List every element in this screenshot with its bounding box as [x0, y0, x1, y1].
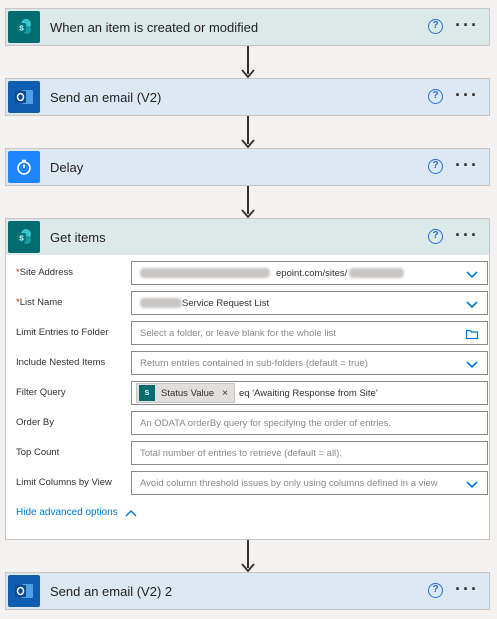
trigger-step-header[interactable]: S When an item is created or modified ? …: [6, 9, 489, 45]
placeholder: Select a folder, or leave blank for the …: [140, 327, 336, 339]
limit-folder-input[interactable]: Select a folder, or leave blank for the …: [131, 321, 488, 345]
more-options-icon[interactable]: ···: [455, 225, 479, 246]
list-name-label: *List Name: [16, 297, 62, 308]
sharepoint-icon: S: [8, 11, 40, 43]
advanced-link-text: Hide advanced options: [16, 507, 118, 518]
list-name-value: Service Request List: [182, 297, 270, 309]
send-email-2-step-card[interactable]: Send an email (V2) 2 ? ···: [5, 572, 490, 610]
placeholder: Total number of entries to retrieve (def…: [140, 447, 342, 459]
order-by-input[interactable]: An ODATA orderBy query for specifying th…: [131, 411, 488, 435]
svg-text:S: S: [19, 236, 24, 243]
limit-folder-label: Limit Entries to Folder: [16, 327, 109, 338]
sharepoint-icon: S: [139, 385, 155, 401]
send-email-step-card[interactable]: Send an email (V2) ? ···: [5, 78, 490, 116]
delay-step-header[interactable]: Delay ? ···: [6, 149, 489, 185]
limit-folder-row: Limit Entries to Folder Select a folder,…: [16, 319, 488, 349]
nested-items-label: Include Nested Items: [16, 357, 106, 368]
send-email-step-header[interactable]: Send an email (V2) ? ···: [6, 79, 489, 115]
top-count-row: Top Count Total number of entries to ret…: [16, 439, 488, 469]
order-by-label: Order By: [16, 417, 55, 428]
step-title: Delay: [50, 159, 84, 175]
step-title: Send an email (V2): [50, 89, 162, 105]
sharepoint-icon: S: [8, 221, 40, 253]
svg-text:S: S: [19, 26, 24, 33]
redacted-text: [349, 268, 405, 278]
send-email-2-step-header[interactable]: Send an email (V2) 2 ? ···: [6, 573, 489, 609]
site-address-label: *Site Address: [16, 267, 73, 278]
help-icon[interactable]: ?: [428, 583, 443, 598]
step-title: When an item is created or modified: [50, 19, 259, 35]
step-title: Send an email (V2) 2: [50, 583, 173, 599]
more-options-icon[interactable]: ···: [455, 85, 479, 106]
help-icon[interactable]: ?: [428, 159, 443, 174]
list-name-row: *List Name Service Request List: [16, 289, 488, 319]
chevron-down-icon[interactable]: [465, 267, 479, 281]
filter-query-text: eq 'Awaiting Response from Site': [239, 387, 378, 399]
get-items-form: *Site Address epoint.com/sites/ *List Na…: [6, 255, 489, 518]
close-icon[interactable]: ×: [222, 388, 228, 399]
limit-columns-dropdown[interactable]: Avoid column threshold issues by only us…: [131, 471, 488, 495]
step-title: Get items: [50, 229, 106, 245]
help-icon[interactable]: ?: [428, 89, 443, 104]
dynamic-content-token[interactable]: S Status Value ×: [136, 383, 236, 403]
more-options-icon[interactable]: ···: [455, 155, 479, 176]
placeholder: Return entries contained in sub-folders …: [140, 357, 368, 369]
limit-columns-label: Limit Columns by View: [16, 477, 112, 488]
label-text: Site Address: [19, 267, 74, 278]
redacted-text: [140, 268, 270, 278]
help-icon[interactable]: ?: [428, 19, 443, 34]
filter-query-row: Filter Query S Status Value × eq 'Awaiti…: [16, 379, 488, 409]
chevron-down-icon[interactable]: [465, 297, 479, 311]
placeholder: An ODATA orderBy query for specifying th…: [140, 417, 391, 429]
trigger-step-card[interactable]: S When an item is created or modified ? …: [5, 8, 490, 46]
order-by-row: Order By An ODATA orderBy query for spec…: [16, 409, 488, 439]
chevron-down-icon[interactable]: [465, 477, 479, 491]
site-address-row: *Site Address epoint.com/sites/: [16, 259, 488, 289]
token-label: Status Value: [161, 387, 215, 399]
folder-icon[interactable]: [465, 327, 479, 341]
nested-items-row: Include Nested Items Return entries cont…: [16, 349, 488, 379]
filter-query-label: Filter Query: [16, 387, 66, 398]
timer-icon: [8, 151, 40, 183]
hide-advanced-options-link[interactable]: Hide advanced options: [16, 507, 479, 518]
outlook-icon: [8, 81, 40, 113]
help-icon[interactable]: ?: [428, 229, 443, 244]
label-text: List Name: [19, 297, 63, 308]
redacted-text: [140, 298, 182, 308]
outlook-icon: [8, 575, 40, 607]
chevron-up-icon: [125, 509, 137, 516]
filter-query-input[interactable]: S Status Value × eq 'Awaiting Response f…: [131, 381, 488, 405]
top-count-input[interactable]: Total number of entries to retrieve (def…: [131, 441, 488, 465]
more-options-icon[interactable]: ···: [455, 15, 479, 36]
nested-items-dropdown[interactable]: Return entries contained in sub-folders …: [131, 351, 488, 375]
list-name-dropdown[interactable]: Service Request List: [131, 291, 488, 315]
top-count-label: Top Count: [16, 447, 60, 458]
get-items-step-header[interactable]: S Get items ? ···: [6, 219, 489, 255]
get-items-step-card[interactable]: S Get items ? ··· *Site Address epoint.c…: [5, 218, 490, 540]
site-address-dropdown[interactable]: epoint.com/sites/: [131, 261, 488, 285]
chevron-down-icon[interactable]: [465, 357, 479, 371]
site-address-value: epoint.com/sites/: [276, 267, 348, 279]
placeholder: Avoid column threshold issues by only us…: [140, 477, 438, 489]
more-options-icon[interactable]: ···: [455, 579, 479, 600]
limit-columns-row: Limit Columns by View Avoid column thres…: [16, 469, 488, 499]
delay-step-card[interactable]: Delay ? ···: [5, 148, 490, 186]
